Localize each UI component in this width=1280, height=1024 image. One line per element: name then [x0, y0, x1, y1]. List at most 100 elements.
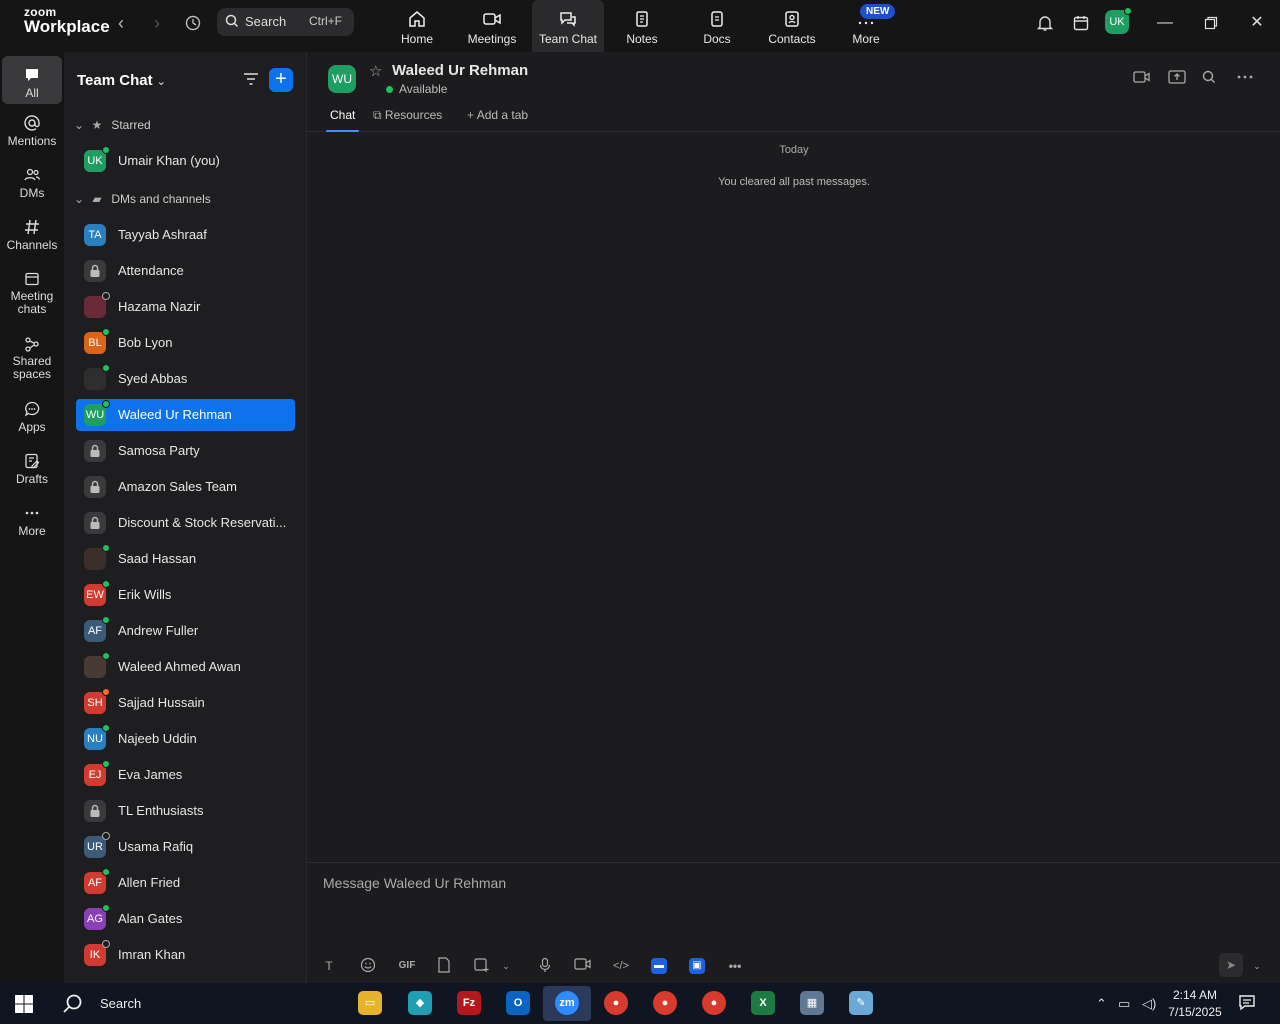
forward-arrow-icon[interactable]: ›: [146, 12, 168, 34]
file-explorer-icon[interactable]: ▭: [358, 991, 382, 1015]
search-box[interactable]: Search Ctrl+F: [217, 8, 354, 36]
volume-icon[interactable]: ◁): [1142, 996, 1156, 1012]
app-diamond-icon[interactable]: ◆: [408, 991, 432, 1015]
tab-add-a-tab[interactable]: + Add a tab: [467, 108, 528, 122]
rail-item-dms[interactable]: DMs: [2, 166, 62, 200]
rail-item-meeting-chats[interactable]: Meeting chats: [2, 270, 62, 316]
network-icon[interactable]: ▭: [1118, 996, 1130, 1012]
chrome-icon-1[interactable]: ●: [604, 991, 628, 1015]
tab-meetings[interactable]: Meetings: [456, 0, 528, 52]
list-item-name: Bob Lyon: [118, 335, 173, 350]
restore-icon[interactable]: [1200, 12, 1222, 34]
windows-start-icon[interactable]: [14, 994, 34, 1019]
list-item[interactable]: EW Erik Wills: [76, 579, 295, 611]
screenshot-icon[interactable]: [471, 957, 491, 975]
filter-icon[interactable]: [242, 70, 260, 93]
code-snippet-icon[interactable]: </>: [611, 957, 631, 975]
list-item[interactable]: Discount & Stock Reservati...: [76, 507, 295, 539]
more-tools-icon[interactable]: •••: [725, 957, 745, 975]
list-item[interactable]: EJ Eva James: [76, 759, 295, 791]
list-item[interactable]: BL Bob Lyon: [76, 327, 295, 359]
video-call-icon[interactable]: [1133, 70, 1151, 87]
rail-item-channels[interactable]: Channels: [2, 218, 62, 252]
chrome-icon-2[interactable]: ●: [653, 991, 677, 1015]
excel-icon[interactable]: X: [751, 991, 775, 1015]
chrome-icon-3[interactable]: ●: [702, 991, 726, 1015]
section-dms-channels[interactable]: ⌄ ▰ DMs and channels: [74, 192, 211, 206]
list-item[interactable]: TL Enthusiasts: [76, 795, 295, 827]
list-item[interactable]: Hazama Nazir: [76, 291, 295, 323]
avatar: EW: [84, 580, 110, 606]
back-arrow-icon[interactable]: ‹: [110, 12, 132, 34]
rail-item-drafts[interactable]: Drafts: [2, 452, 62, 486]
screenshot-dropdown-icon[interactable]: ⌄: [496, 957, 516, 975]
zoom-taskbar-button[interactable]: zm: [543, 986, 591, 1021]
list-item[interactable]: AF Andrew Fuller: [76, 615, 295, 647]
calendar-app-icon[interactable]: [1070, 12, 1092, 34]
tab-docs[interactable]: Docs: [681, 0, 753, 52]
list-item[interactable]: TA Tayyab Ashraaf: [76, 219, 295, 251]
tab-contacts[interactable]: Contacts: [756, 0, 828, 52]
list-item[interactable]: Saad Hassan: [76, 543, 295, 575]
list-item[interactable]: AF Allen Fried: [76, 867, 295, 899]
emoji-icon[interactable]: [358, 957, 378, 975]
message-input[interactable]: [323, 875, 1223, 891]
taskbar-clock[interactable]: 2:14 AM 7/15/2025: [1160, 987, 1230, 1021]
list-item[interactable]: SH Sajjad Hussain: [76, 687, 295, 719]
filezilla-icon[interactable]: Fz: [457, 991, 481, 1015]
notification-center-icon[interactable]: [1238, 994, 1256, 1015]
bell-icon[interactable]: [1034, 12, 1056, 34]
microphone-icon[interactable]: [535, 957, 555, 975]
search-chat-icon[interactable]: [1202, 70, 1216, 87]
tray-chevron-up-icon[interactable]: ⌃: [1096, 996, 1107, 1012]
rail-item-mentions[interactable]: Mentions: [2, 114, 62, 148]
close-icon[interactable]: ✕: [1246, 12, 1268, 34]
gif-icon[interactable]: GIF: [395, 957, 419, 975]
more-options-icon[interactable]: [1237, 70, 1253, 87]
star-outline-icon[interactable]: ☆: [369, 62, 382, 80]
tab-chat[interactable]: Chat: [325, 108, 360, 132]
list-item[interactable]: IK Imran Khan: [76, 939, 295, 971]
file-icon[interactable]: [434, 957, 454, 975]
team-chat-title[interactable]: Team Chat ⌄: [77, 72, 166, 89]
list-item[interactable]: UK Umair Khan (you): [76, 145, 295, 177]
presence-dot: [102, 688, 110, 696]
list-item[interactable]: UR Usama Rafiq: [76, 831, 295, 863]
minimize-icon[interactable]: —: [1154, 12, 1176, 34]
history-icon[interactable]: [182, 12, 204, 34]
send-button[interactable]: ➤: [1219, 953, 1243, 977]
tab-home[interactable]: Home: [381, 0, 453, 52]
chat-avatar[interactable]: WU: [328, 65, 356, 93]
rail-item-more[interactable]: More: [2, 504, 62, 538]
list-item[interactable]: WU Waleed Ur Rehman: [76, 399, 295, 431]
calculator-icon[interactable]: ▦: [800, 991, 824, 1015]
text-format-icon[interactable]: T: [319, 957, 339, 975]
list-item[interactable]: Attendance: [76, 255, 295, 287]
user-avatar[interactable]: UK: [1105, 7, 1132, 34]
tab-resources[interactable]: ⧉ Resources: [373, 108, 442, 123]
list-item-name: Syed Abbas: [118, 371, 188, 386]
section-starred[interactable]: ⌄ ★ Starred: [74, 118, 151, 132]
app-shortcut-1-icon[interactable]: ▬: [651, 958, 667, 974]
clock-time: 2:14 AM: [1172, 988, 1218, 1002]
rail-item-apps[interactable]: Apps: [2, 400, 62, 434]
list-item[interactable]: Samosa Party: [76, 435, 295, 467]
app-shortcut-2-icon[interactable]: ▣: [689, 958, 705, 974]
outlook-icon[interactable]: O: [506, 991, 530, 1015]
video-message-icon[interactable]: [573, 957, 593, 975]
send-options-icon[interactable]: ⌄: [1247, 957, 1267, 975]
notepad-icon[interactable]: ✎: [849, 991, 873, 1015]
rail-item-all[interactable]: All: [2, 56, 62, 104]
tab-team-chat[interactable]: Team Chat: [532, 0, 604, 52]
new-chat-button[interactable]: +: [269, 68, 293, 92]
chat-contact-name[interactable]: Waleed Ur Rehman: [392, 62, 528, 79]
list-item[interactable]: NU Najeeb Uddin: [76, 723, 295, 755]
list-item[interactable]: Amazon Sales Team: [76, 471, 295, 503]
system-message: You cleared all past messages.: [718, 176, 870, 188]
list-item[interactable]: Syed Abbas: [76, 363, 295, 395]
list-item[interactable]: AG Alan Gates: [76, 903, 295, 935]
share-screen-icon[interactable]: [1168, 70, 1186, 87]
list-item[interactable]: Waleed Ahmed Awan: [76, 651, 295, 683]
rail-item-shared-spaces[interactable]: Shared spaces: [2, 335, 62, 381]
tab-notes[interactable]: Notes: [606, 0, 678, 52]
